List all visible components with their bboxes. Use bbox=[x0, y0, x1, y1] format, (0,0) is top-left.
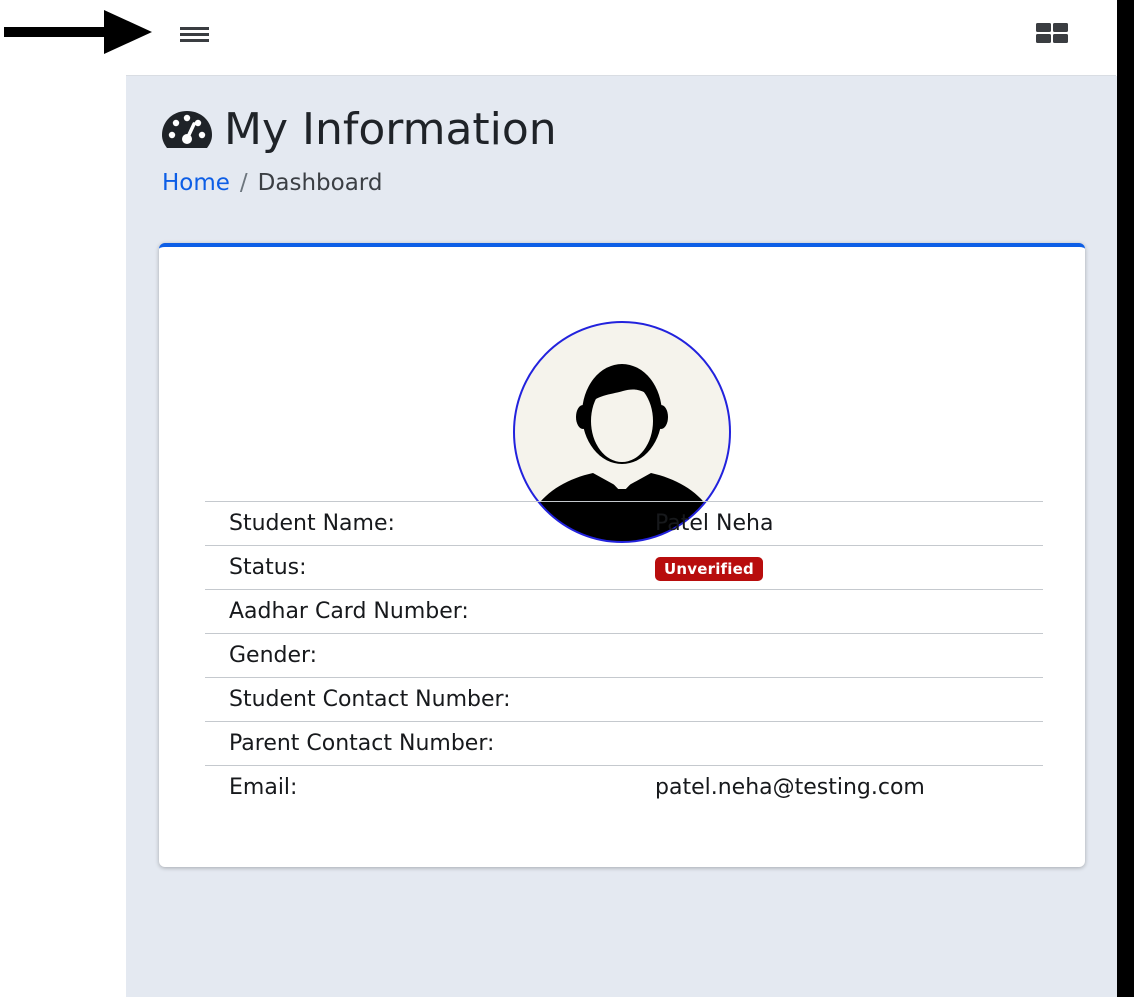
page-title-text: My Information bbox=[224, 104, 557, 155]
table-row: Aadhar Card Number: bbox=[205, 589, 1043, 634]
row-label: Gender: bbox=[229, 643, 318, 668]
arrow-right-icon bbox=[4, 10, 152, 54]
row-value bbox=[631, 590, 1043, 634]
hamburger-menu-icon[interactable] bbox=[178, 20, 212, 46]
table-row: Email: patel.neha@testing.com bbox=[205, 765, 1043, 810]
table-row: Student Name: Patel Neha bbox=[205, 501, 1043, 546]
row-value bbox=[631, 722, 1043, 766]
row-label: Student Contact Number: bbox=[229, 687, 511, 712]
breadcrumb-current: Dashboard bbox=[257, 170, 383, 196]
breadcrumb: Home / Dashboard bbox=[162, 170, 382, 196]
breadcrumb-separator: / bbox=[239, 170, 248, 196]
table-row: Parent Contact Number: bbox=[205, 721, 1043, 766]
row-label: Parent Contact Number: bbox=[229, 731, 495, 756]
row-value: Patel Neha bbox=[655, 511, 774, 536]
page-title: My Information bbox=[160, 104, 557, 155]
tachometer-dashboard-icon bbox=[162, 110, 212, 148]
row-value bbox=[631, 678, 1043, 722]
window-edge bbox=[1117, 0, 1134, 997]
table-row: Status: Unverified bbox=[205, 545, 1043, 590]
row-value bbox=[631, 634, 1043, 678]
status-badge: Unverified bbox=[655, 556, 763, 581]
table-row: Gender: bbox=[205, 633, 1043, 678]
row-label: Email: bbox=[229, 775, 298, 801]
grid-apps-icon[interactable] bbox=[1034, 18, 1070, 48]
row-label: Aadhar Card Number: bbox=[229, 599, 469, 624]
row-value: patel.neha@testing.com bbox=[655, 775, 925, 801]
table-row: Student Contact Number: bbox=[205, 677, 1043, 722]
breadcrumb-home-link[interactable]: Home bbox=[162, 170, 230, 196]
page: My Information Home / Dashboard Student … bbox=[0, 0, 1134, 997]
row-label: Student Name: bbox=[229, 511, 395, 536]
top-navbar bbox=[126, 0, 1116, 76]
student-info-table: Student Name: Patel Neha Status: Unverif… bbox=[205, 501, 1043, 810]
row-label: Status: bbox=[229, 555, 307, 580]
row-value: Unverified bbox=[631, 546, 1043, 590]
profile-card: Student Name: Patel Neha Status: Unverif… bbox=[159, 243, 1085, 867]
